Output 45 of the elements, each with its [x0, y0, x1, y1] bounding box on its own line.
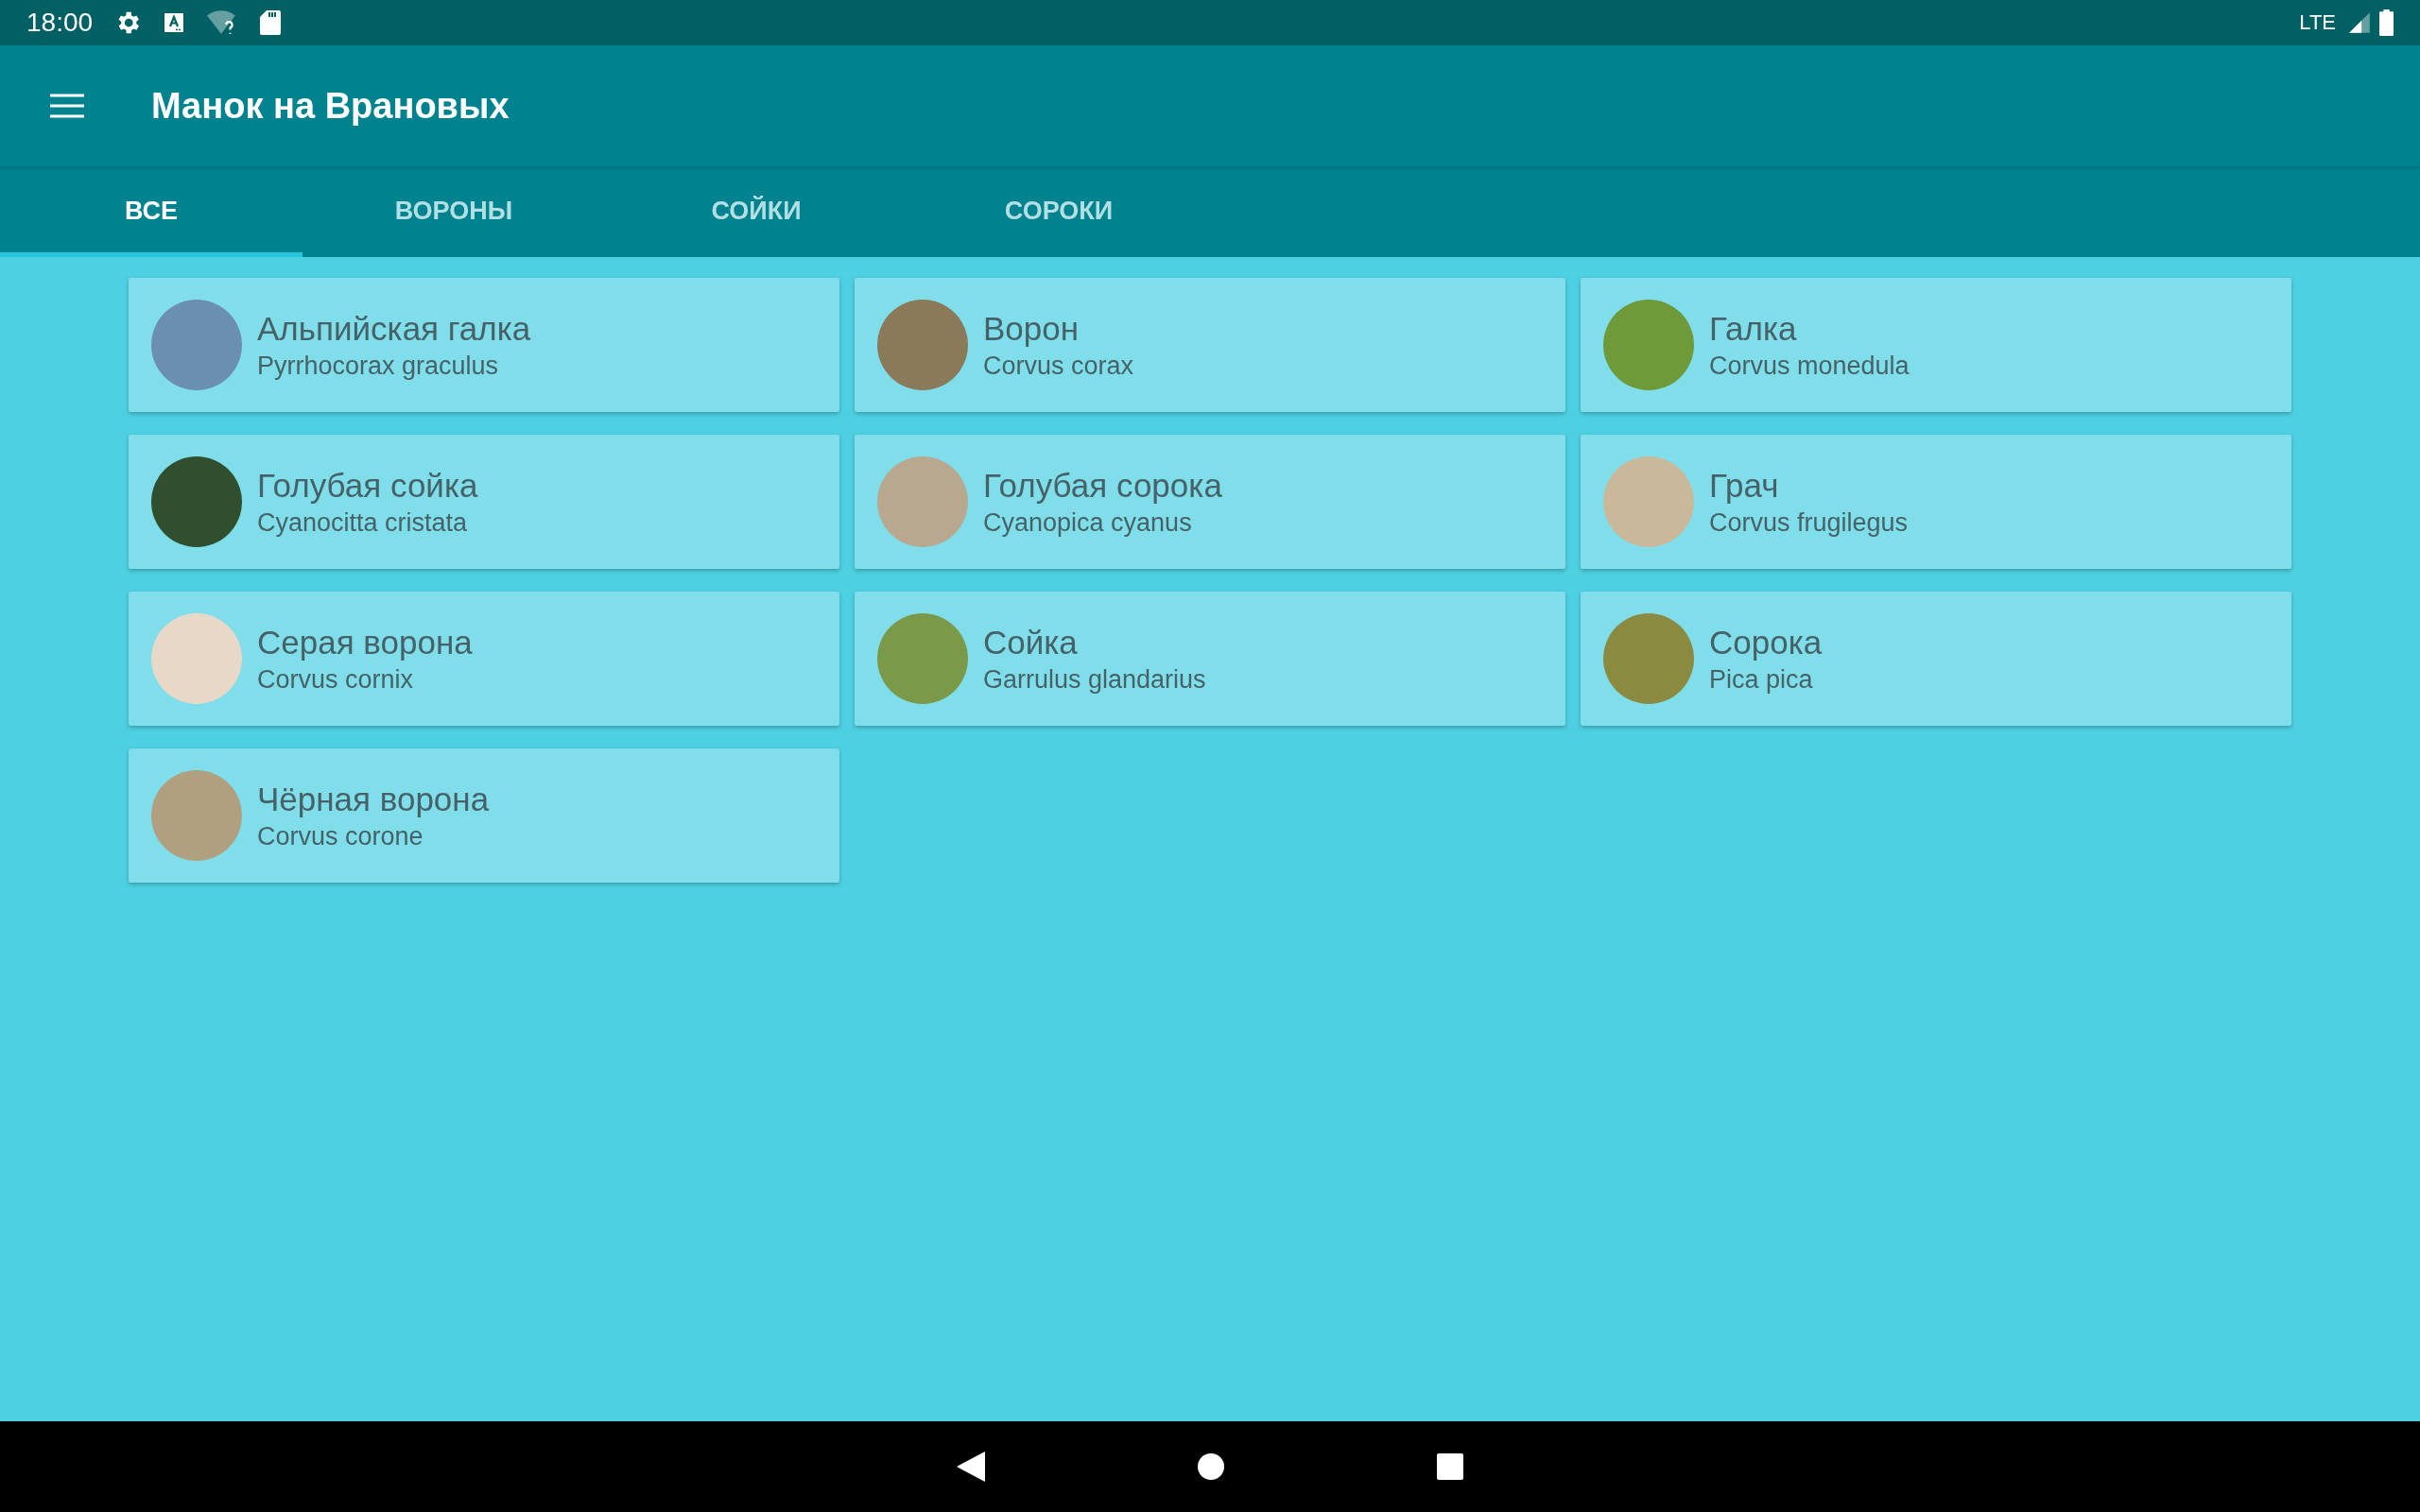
bird-name: Сойка — [983, 623, 1079, 662]
app-title: Манок на Врановых — [151, 85, 510, 127]
bird-card[interactable]: Альпийская галка Pyrrhocorax graculus — [129, 278, 839, 412]
bird-card[interactable]: Голубая сойка Cyanocitta cristata — [129, 435, 839, 569]
latin-name: Corvus monedula — [1709, 351, 1910, 381]
bird-card[interactable]: Чёрная ворона Corvus corone — [129, 748, 839, 883]
bird-card[interactable]: Сорока Pica pica — [1581, 592, 2291, 726]
latin-name: Cyanopica cyanus — [983, 507, 1193, 538]
bird-name: Серая ворона — [257, 623, 473, 662]
bird-card[interactable]: Серая ворона Corvus cornix — [129, 592, 839, 726]
menu-button[interactable] — [50, 94, 84, 118]
bird-card[interactable]: Грач Corvus frugilegus — [1581, 435, 2291, 569]
bird-name: Голубая сойка — [257, 466, 478, 505]
bird-card[interactable]: Сойка Garrulus glandarius — [855, 592, 1565, 726]
keyboard-a-icon — [163, 11, 186, 34]
bird-card[interactable]: Ворон Corvus corax — [855, 278, 1565, 412]
battery-icon — [2379, 9, 2394, 36]
bird-name: Сорока — [1709, 623, 1823, 662]
back-icon[interactable] — [957, 1452, 985, 1482]
latin-name: Cyanocitta cristata — [257, 507, 469, 538]
latin-name: Pica pica — [1709, 664, 1814, 695]
bird-name: Чёрная ворона — [257, 780, 490, 818]
tab[interactable]: ВСЕ — [0, 166, 302, 257]
latin-name: Corvus corax — [983, 351, 1134, 381]
bird-name: Альпийская галка — [257, 309, 531, 348]
bird-card[interactable]: Галка Corvus monedula — [1581, 278, 2291, 412]
bird-name: Голубая сорока — [983, 466, 1222, 505]
latin-name: Pyrrhocorax graculus — [257, 351, 500, 381]
status-time: 18:00 — [26, 8, 94, 38]
tab[interactable]: СОРОКИ — [908, 166, 1210, 257]
bird-name: Ворон — [983, 309, 1080, 348]
signal-icon — [2347, 10, 2372, 35]
bird-name: Галка — [1709, 309, 1798, 348]
latin-name: Corvus corone — [257, 821, 424, 851]
tab[interactable]: ВОРОНЫ — [302, 166, 605, 257]
latin-name: Corvus cornix — [257, 664, 415, 695]
bird-card[interactable]: Голубая сорока Cyanopica cyanus — [855, 435, 1565, 569]
home-icon[interactable] — [1198, 1453, 1224, 1480]
network-type: LTE — [2299, 10, 2336, 35]
latin-name: Garrulus glandarius — [983, 664, 1206, 695]
tab[interactable]: СОЙКИ — [605, 166, 908, 257]
sd-card-icon — [259, 9, 283, 36]
menu-icon — [50, 94, 84, 118]
latin-name: Corvus frugilegus — [1709, 507, 1909, 538]
bird-name: Грач — [1709, 466, 1780, 505]
